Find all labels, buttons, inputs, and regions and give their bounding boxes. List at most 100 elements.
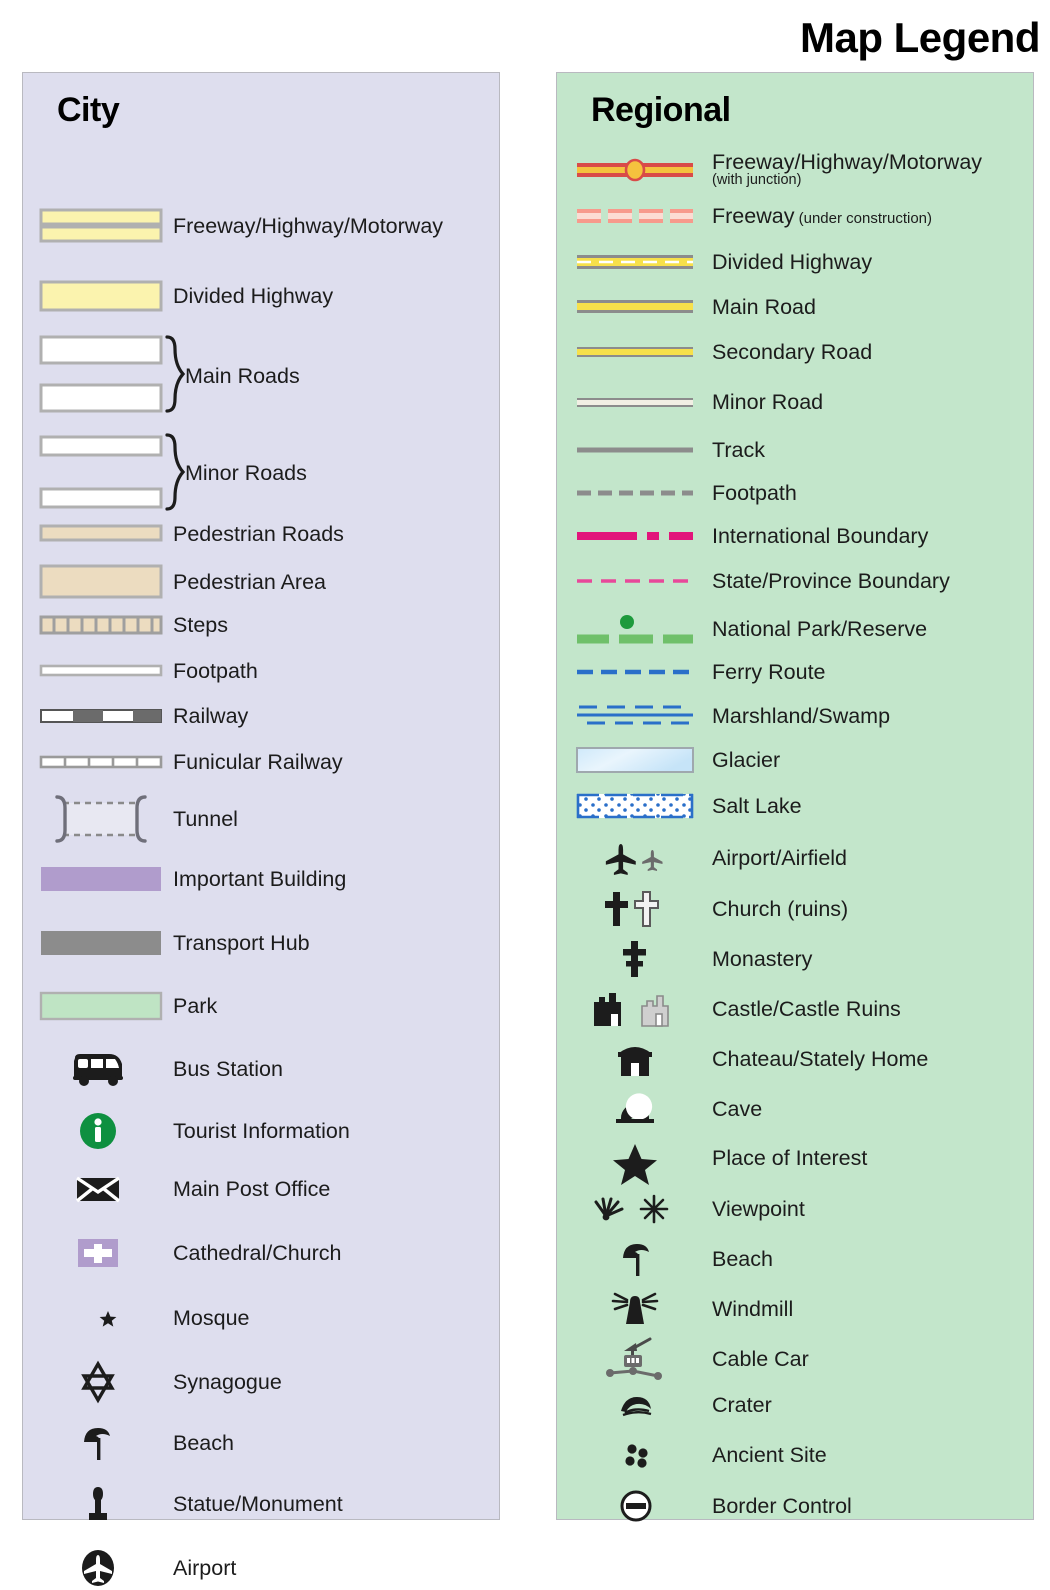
bus-icon <box>23 1048 173 1090</box>
pedestrian-road-swatch <box>23 523 173 545</box>
beach-umbrella-icon <box>557 1238 712 1280</box>
funicular-railway-line <box>23 753 173 771</box>
ferry-route-line <box>557 666 712 678</box>
legend-item-city-railway: Railway <box>23 705 248 727</box>
minor-roads-bracket <box>23 433 191 513</box>
legend-label: Divided Highway <box>712 250 873 274</box>
legend-item-city-minor-roads: Minor Roads <box>23 433 307 513</box>
marshland-symbol <box>557 701 712 731</box>
legend-label: Secondary Road <box>712 340 873 364</box>
freeway-swatch <box>23 207 173 245</box>
legend-item-regional-ferry-route: Ferry Route <box>557 661 826 683</box>
monastery-cross-icon <box>557 938 712 980</box>
page-title: Map Legend <box>799 14 1041 61</box>
legend-label: Ferry Route <box>712 660 826 684</box>
legend-item-regional-glacier: Glacier <box>557 745 780 775</box>
legend-item-regional-minor-road: Minor Road <box>557 391 823 413</box>
minor-road-line <box>557 394 712 410</box>
main-road-line <box>557 297 712 317</box>
ancient-site-icon <box>557 1435 712 1475</box>
steps-swatch <box>23 614 173 636</box>
windmill-icon <box>557 1288 712 1330</box>
secondary-road-line <box>557 343 712 361</box>
glacier-swatch <box>557 745 712 775</box>
legend-label: Castle/Castle Ruins <box>712 996 901 1021</box>
regional-legend-panel: Regional Freeway/Highway/Motorway (with … <box>556 72 1034 1522</box>
track-line <box>557 444 712 456</box>
airport-circle-icon <box>23 1546 173 1590</box>
legend-label: Windmill <box>712 1296 794 1321</box>
legend-label: Footpath <box>712 481 797 505</box>
city-panel-heading: City <box>57 91 120 129</box>
cable-car-icon <box>557 1335 712 1383</box>
legend-item-regional-state-boundary: State/Province Boundary <box>557 570 950 592</box>
castle-icon <box>557 988 712 1030</box>
legend-label: Main Post Office <box>173 1176 331 1201</box>
cathedral-cross-icon <box>23 1236 173 1270</box>
legend-item-regional-footpath: Footpath <box>557 482 797 504</box>
border-control-icon <box>557 1485 712 1527</box>
legend-label: Freeway/Highway/Motorway (with junction) <box>712 150 983 189</box>
important-building-swatch <box>23 864 173 894</box>
legend-item-regional-divided-highway: Divided Highway <box>557 251 872 273</box>
legend-item-city-statue-monument: Statue/Monument <box>23 1483 343 1525</box>
legend-item-regional-cave: Cave <box>557 1088 762 1130</box>
legend-label: Airport <box>173 1555 237 1580</box>
legend-label: Track <box>712 438 765 462</box>
legend-item-regional-international-boundary: International Boundary <box>557 525 928 547</box>
statue-icon <box>23 1483 173 1525</box>
legend-item-regional-marshland: Marshland/Swamp <box>557 701 890 731</box>
legend-item-city-divided-highway: Divided Highway <box>23 278 333 314</box>
legend-label: Railway <box>173 704 249 728</box>
legend-label: Synagogue <box>173 1369 282 1394</box>
legend-item-regional-ancient-site: Ancient Site <box>557 1435 827 1475</box>
legend-item-city-steps: Steps <box>23 614 228 636</box>
legend-label: Mosque <box>173 1305 250 1330</box>
legend-item-regional-secondary-road: Secondary Road <box>557 341 872 363</box>
legend-item-regional-chateau: Chateau/Stately Home <box>557 1038 928 1080</box>
legend-label: Divided Highway <box>173 283 334 308</box>
legend-item-city-footpath: Footpath <box>23 660 258 682</box>
legend-label: Pedestrian Roads <box>173 522 344 546</box>
mosque-crescent-icon <box>23 1298 173 1338</box>
legend-item-regional-monastery: Monastery <box>557 938 812 980</box>
footpath-line <box>23 662 173 680</box>
state-boundary-line <box>557 575 712 587</box>
legend-item-city-park: Park <box>23 990 217 1022</box>
legend-item-regional-salt-lake: Salt Lake <box>557 791 802 821</box>
legend-item-regional-beach: Beach <box>557 1238 773 1280</box>
star-icon <box>557 1138 712 1185</box>
divided-highway-swatch <box>23 278 173 314</box>
main-roads-bracket <box>23 335 191 417</box>
cave-icon <box>557 1088 712 1130</box>
legend-item-city-pedestrian-area: Pedestrian Area <box>23 563 326 601</box>
star-of-david-icon <box>23 1360 173 1404</box>
legend-label: Bus Station <box>173 1056 283 1081</box>
legend-item-regional-windmill: Windmill <box>557 1288 793 1330</box>
legend-label: Border Control <box>712 1493 852 1518</box>
legend-label: Beach <box>173 1430 234 1455</box>
legend-label: Monastery <box>712 946 813 971</box>
legend-label: Tourist Information <box>173 1118 350 1143</box>
transport-hub-swatch <box>23 928 173 958</box>
legend-label: Park <box>173 993 218 1018</box>
legend-item-regional-freeway: Freeway/Highway/Motorway (with junction) <box>557 151 982 188</box>
park-swatch <box>23 990 173 1022</box>
legend-label: Viewpoint <box>712 1196 805 1221</box>
pedestrian-area-swatch <box>23 563 173 601</box>
legend-item-city-main-post-office: Main Post Office <box>23 1173 330 1205</box>
legend-item-regional-cable-car: Cable Car <box>557 1335 809 1383</box>
legend-item-regional-track: Track <box>557 439 765 461</box>
legend-item-regional-freeway-construction: Freeway (under construction) <box>557 205 932 227</box>
legend-item-city-airport: Airport <box>23 1546 236 1590</box>
legend-label: Crater <box>712 1392 772 1417</box>
legend-item-city-important-building: Important Building <box>23 864 346 894</box>
legend-label: Salt Lake <box>712 793 802 818</box>
footpath-dashed-line <box>557 487 712 499</box>
legend-item-regional-church-ruins: Church (ruins) <box>557 888 848 930</box>
legend-item-regional-crater: Crater <box>557 1385 772 1425</box>
legend-item-regional-main-road: Main Road <box>557 296 816 318</box>
legend-item-city-pedestrian-roads: Pedestrian Roads <box>23 523 344 545</box>
legend-label: Funicular Railway <box>173 750 343 774</box>
legend-label: Footpath <box>173 659 258 683</box>
